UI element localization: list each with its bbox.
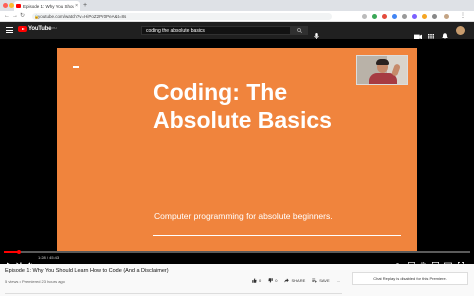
progress-scrubber-handle[interactable] — [16, 249, 21, 254]
account-avatar[interactable] — [456, 26, 465, 35]
time-display: 1:28 / 45:43 — [38, 255, 60, 260]
youtube-logo-text: YouTube — [28, 26, 52, 32]
more-actions-button[interactable]: ... — [337, 278, 340, 283]
more-icon: ... — [336, 278, 340, 283]
tab-close-icon[interactable]: × — [75, 3, 78, 9]
youtube-favicon-icon — [16, 4, 21, 8]
youtube-logo[interactable]: YouTube PH — [18, 26, 57, 32]
youtube-region-label: PH — [52, 26, 57, 30]
share-arrow-icon — [284, 278, 290, 283]
share-label: SHARE — [291, 278, 306, 283]
extension-icon[interactable] — [372, 14, 377, 19]
thumbs-down-icon — [268, 278, 273, 283]
url-field[interactable]: 🔒 youtube.com/watch?v=HiPoZ2Pr0PeA&t=8s — [32, 13, 332, 20]
save-button[interactable]: SAVE — [312, 278, 330, 283]
window-close-button[interactable] — [3, 3, 8, 8]
video-actions: 0 0 SHARE SAVE ... — [252, 278, 347, 283]
extension-icon[interactable] — [412, 14, 417, 19]
forward-arrow-icon[interactable]: → — [12, 12, 18, 21]
reload-icon[interactable]: ↻ — [20, 12, 25, 21]
slide-title: Coding: The Absolute Basics — [153, 78, 332, 134]
save-label: SAVE — [319, 278, 330, 283]
dislike-count: 0 — [275, 278, 278, 283]
video-meta: 5 views • Premiered 23 hours ago — [5, 279, 65, 284]
lock-icon: 🔒 — [34, 14, 39, 19]
extension-icon[interactable] — [402, 14, 407, 19]
browser-menu-icon[interactable]: ⋮ — [460, 12, 466, 21]
thumbs-up-icon — [252, 278, 257, 283]
menu-icon[interactable] — [6, 27, 13, 33]
slide-divider — [153, 235, 401, 236]
slide-accent-dash — [73, 66, 79, 68]
new-tab-button[interactable]: + — [83, 1, 87, 10]
like-count: 0 — [259, 278, 262, 283]
star-icon[interactable] — [362, 14, 367, 19]
back-arrow-icon[interactable]: ← — [4, 12, 10, 21]
youtube-header: YouTube PH — [0, 22, 474, 40]
video-player[interactable]: Coding: The Absolute Basics Computer pro… — [0, 39, 474, 269]
search-button[interactable] — [291, 26, 308, 35]
address-bar-row: ← → ↻ 🔒 youtube.com/watch?v=HiPoZ2Pr0PeA… — [0, 11, 474, 22]
browser-tab[interactable]: Episode 1: Why You Should Lea × — [14, 1, 80, 11]
slide-title-line-1: Coding: The — [153, 79, 288, 105]
extension-icon[interactable] — [382, 14, 387, 19]
youtube-play-icon — [18, 26, 27, 32]
video-info-section: Episode 1: Why You Should Learn How to C… — [0, 264, 474, 296]
slide-subtitle: Computer programming for absolute beginn… — [154, 211, 333, 221]
url-text: youtube.com/watch?v=HiPoZ2Pr0PeA&t=8s — [38, 14, 127, 19]
like-button[interactable]: 0 — [252, 278, 261, 283]
profile-avatar[interactable] — [444, 14, 449, 19]
slide-title-line-2: Absolute Basics — [153, 107, 332, 133]
browser-tabstrip: Episode 1: Why You Should Lea × + — [0, 0, 474, 11]
webcam-overlay — [356, 55, 408, 85]
search-icon — [297, 28, 302, 33]
extension-icon[interactable] — [392, 14, 397, 19]
playlist-add-icon — [312, 278, 317, 283]
section-divider — [5, 293, 342, 294]
tab-title: Episode 1: Why You Should Lea — [23, 3, 74, 9]
video-title: Episode 1: Why You Should Learn How to C… — [5, 268, 169, 274]
extension-icon[interactable] — [422, 14, 427, 19]
dislike-button[interactable]: 0 — [268, 278, 277, 283]
search-input[interactable] — [141, 26, 291, 35]
share-button[interactable]: SHARE — [284, 278, 305, 283]
chat-replay-notice: Chat Replay is disabled for this Premier… — [352, 272, 468, 285]
progress-bar[interactable] — [4, 249, 470, 254]
extension-icon[interactable] — [432, 14, 437, 19]
